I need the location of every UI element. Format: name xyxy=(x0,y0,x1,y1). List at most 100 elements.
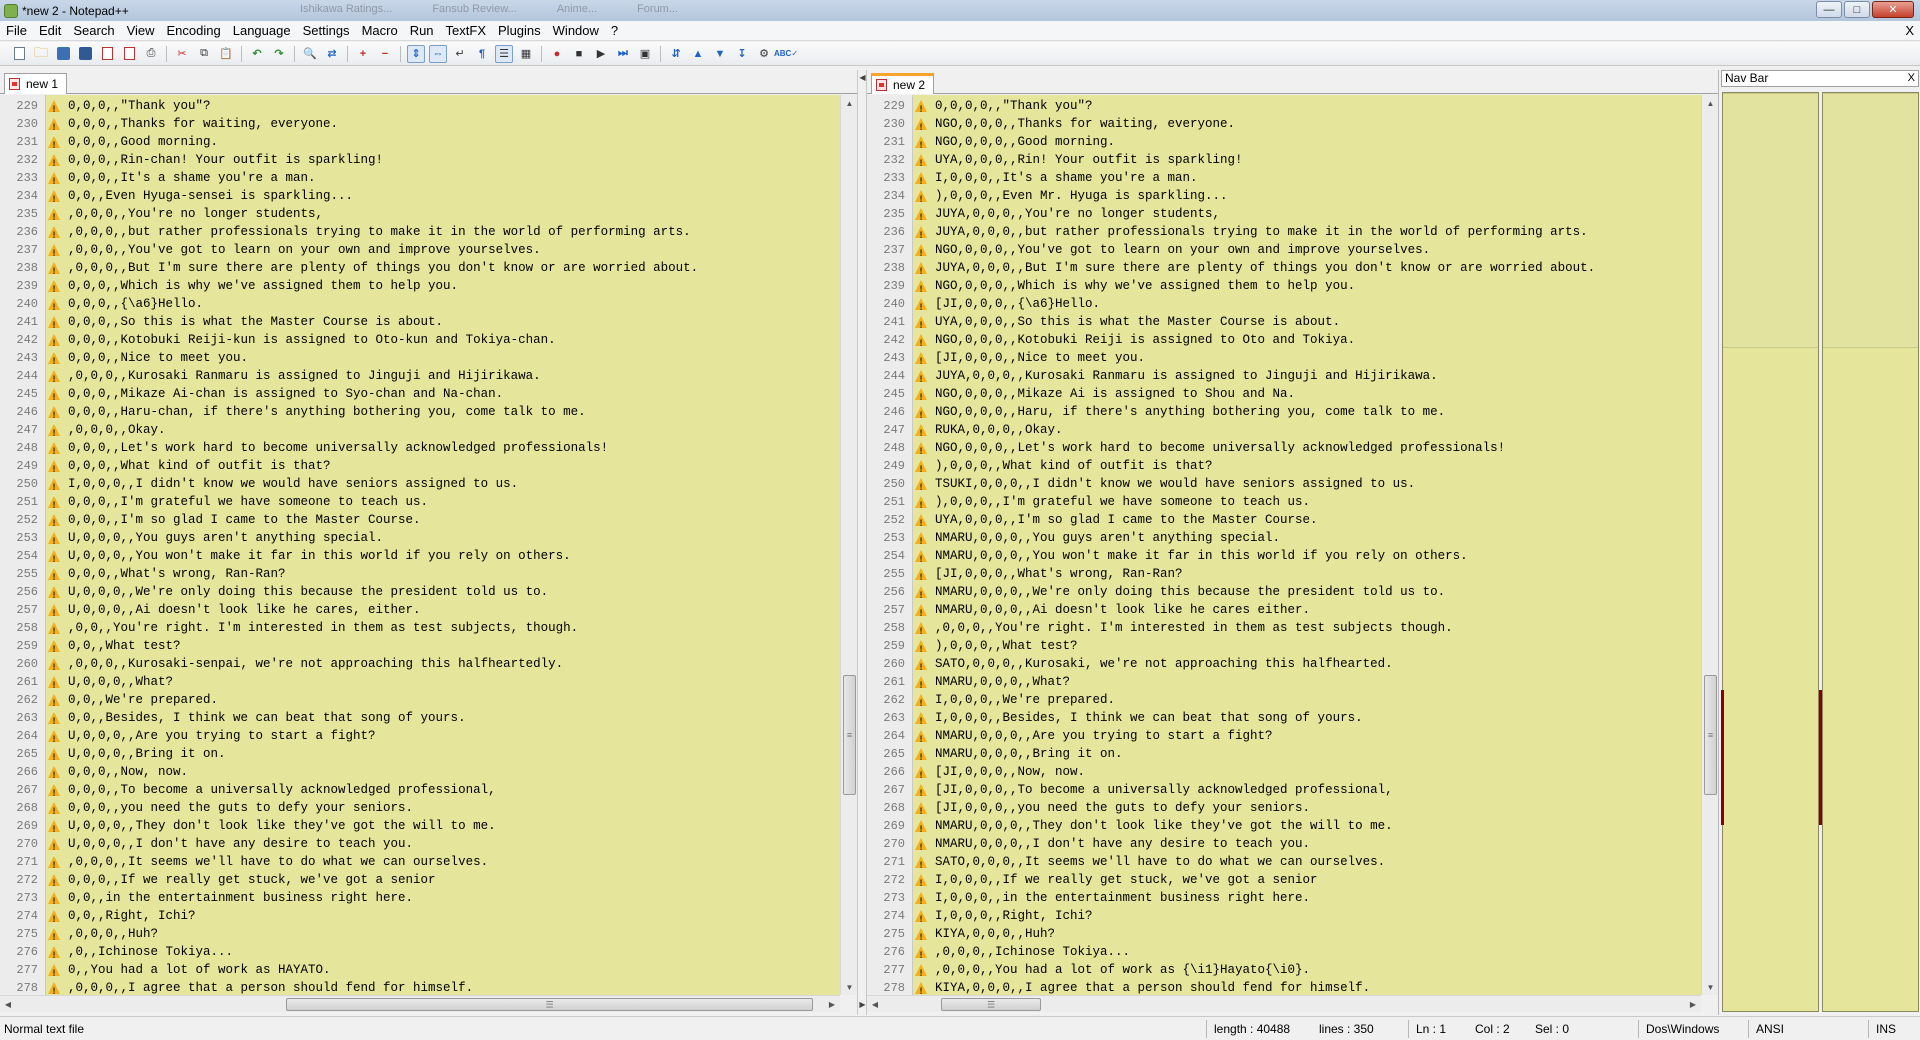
code-line[interactable]: 232 UYA,0,0,0,,Rin! Your outfit is sparkl… xyxy=(867,151,1701,173)
code-line[interactable]: 233 0,0,0,,It's a shame you're a man. xyxy=(0,169,840,191)
menu-file[interactable]: File xyxy=(0,21,33,41)
code-line[interactable]: 254 NMARU,0,0,0,,You won't make it far in… xyxy=(867,547,1701,569)
code-line[interactable]: 276 ,0,,Ichinose Tokiya... xyxy=(0,943,840,965)
code-line[interactable]: 235 ,0,0,0,,You're no longer students, xyxy=(0,205,840,227)
code-line[interactable]: 252 UYA,0,0,0,,I'm so glad I came to the … xyxy=(867,511,1701,533)
save-icon[interactable] xyxy=(54,45,72,63)
code-line[interactable]: 245 NGO,0,0,0,,Mikaze Ai is assigned to S… xyxy=(867,385,1701,407)
code-line[interactable]: 271 SATO,0,0,0,,It seems we'll have to do… xyxy=(867,853,1701,875)
left-horizontal-scrollbar[interactable]: ◀ ☰ ▶ xyxy=(0,995,840,1012)
code-line[interactable]: 269 NMARU,0,0,0,,They don't look like the… xyxy=(867,817,1701,839)
tab-new-1[interactable]: new 1 xyxy=(4,73,68,94)
code-line[interactable]: 243 0,0,0,,Nice to meet you. xyxy=(0,349,840,371)
menu-help[interactable]: ? xyxy=(605,21,624,41)
right-editor[interactable]: 229 0,0,0,0,,"Thank you"? 230 NGO,0,0,0,,Th… xyxy=(867,95,1701,995)
code-line[interactable]: 248 0,0,0,,Let's work hard to become univ… xyxy=(0,439,840,461)
scroll-right-arrow[interactable]: ▶ xyxy=(1685,996,1701,1013)
menu-edit[interactable]: Edit xyxy=(33,21,67,41)
sync-horizontal-scroll-icon[interactable]: ⇔ xyxy=(429,44,447,63)
code-line[interactable]: 247 ,0,0,0,,Okay. xyxy=(0,421,840,443)
code-line[interactable]: 232 0,0,0,,Rin-chan! Your outfit is spark… xyxy=(0,151,840,173)
scroll-left-arrow[interactable]: ◀ xyxy=(867,996,883,1013)
cut-icon[interactable]: ✂ xyxy=(173,45,191,63)
menu-search[interactable]: Search xyxy=(67,21,120,41)
code-line[interactable]: 245 0,0,0,,Mikaze Ai-chan is assigned to … xyxy=(0,385,840,407)
code-line[interactable]: 267 [JI,0,0,0,,To become a universally ac… xyxy=(867,781,1701,803)
scroll-thumb[interactable]: ☰ xyxy=(941,998,1041,1011)
paste-icon[interactable]: 📋 xyxy=(217,45,235,63)
code-line[interactable]: 246 NGO,0,0,0,,Haru, if there's anything … xyxy=(867,403,1701,425)
code-line[interactable]: 258 ,0,0,0,,You're right. I'm interested … xyxy=(867,619,1701,641)
code-line[interactable]: 261 U,0,0,0,,What? xyxy=(0,673,840,695)
scroll-up-arrow[interactable]: ▲ xyxy=(1702,95,1719,111)
code-line[interactable]: 239 0,0,0,,Which is why we've assigned th… xyxy=(0,277,840,299)
minimize-button[interactable]: — xyxy=(1816,1,1842,18)
code-line[interactable]: 244 ,0,0,0,,Kurosaki Ranmaru is assigned … xyxy=(0,367,840,389)
stop-macro-icon[interactable]: ■ xyxy=(570,45,588,63)
code-line[interactable]: 272 0,0,0,,If we really get stuck, we've … xyxy=(0,871,840,893)
sync-vertical-scroll-icon[interactable]: ⇕ xyxy=(407,44,425,63)
code-line[interactable]: 257 NMARU,0,0,0,,Ai doesn't look like he … xyxy=(867,601,1701,623)
code-line[interactable]: 252 0,0,0,,I'm so glad I came to the Mast… xyxy=(0,511,840,533)
code-line[interactable]: 229 0,0,0,0,,"Thank you"? xyxy=(867,97,1701,119)
code-line[interactable]: 265 NMARU,0,0,0,,Bring it on. xyxy=(867,745,1701,767)
code-line[interactable]: 247 RUKA,0,0,0,,Okay. xyxy=(867,421,1701,443)
code-line[interactable]: 263 I,0,0,0,,Besides, I think we can beat… xyxy=(867,709,1701,731)
indent-guide-icon[interactable]: ☰ xyxy=(495,44,513,63)
zoom-out-icon[interactable]: − xyxy=(376,45,394,63)
compare-icon[interactable]: ⇵ xyxy=(667,45,685,63)
code-line[interactable]: 266 [JI,0,0,0,,Now, now. xyxy=(867,763,1701,785)
code-line[interactable]: 230 NGO,0,0,0,,Thanks for waiting, everyo… xyxy=(867,115,1701,137)
close-all-icon[interactable] xyxy=(120,45,138,63)
show-all-characters-icon[interactable]: ¶ xyxy=(473,45,491,63)
code-line[interactable]: 242 NGO,0,0,0,,Kotobuki Reiji is assigned… xyxy=(867,331,1701,353)
code-line[interactable]: 253 U,0,0,0,,You guys aren't anything spe… xyxy=(0,529,840,551)
code-line[interactable]: 265 U,0,0,0,,Bring it on. xyxy=(0,745,840,767)
spell-check-icon[interactable]: ABC✓ xyxy=(774,45,798,63)
code-line[interactable]: 250 I,0,0,0,,I didn't know we would have … xyxy=(0,475,840,497)
code-line[interactable]: 251),0,0,0,,I'm grateful we have someone… xyxy=(867,493,1701,515)
scroll-right-arrow[interactable]: ▶ xyxy=(824,996,840,1013)
redo-icon[interactable]: ↷ xyxy=(270,45,288,63)
code-line[interactable]: 275 ,0,0,0,,Huh? xyxy=(0,925,840,947)
compare-settings-icon[interactable]: ⚙ xyxy=(755,45,773,63)
left-editor[interactable]: 229 0,0,0,,"Thank you"? 230 0,0,0,,Thanks f… xyxy=(0,95,840,995)
code-line[interactable]: 255 [JI,0,0,0,,What's wrong, Ran-Ran? xyxy=(867,565,1701,587)
scroll-up-arrow[interactable]: ▲ xyxy=(841,95,858,111)
code-line[interactable]: 260 ,0,0,0,,Kurosaki-senpai, we're not ap… xyxy=(0,655,840,677)
code-line[interactable]: 240 [JI,0,0,0,,{\a6}Hello. xyxy=(867,295,1701,317)
code-line[interactable]: 249),0,0,0,,What kind of outfit is that? xyxy=(867,457,1701,479)
code-line[interactable]: 238 JUYA,0,0,0,,But I'm sure there are pl… xyxy=(867,259,1701,281)
code-line[interactable]: 237 NGO,0,0,0,,You've got to learn on you… xyxy=(867,241,1701,263)
code-line[interactable]: 241 0,0,0,,So this is what the Master Cou… xyxy=(0,313,840,335)
close-file-icon[interactable] xyxy=(98,45,116,63)
last-diff-icon[interactable]: ↧ xyxy=(733,45,751,63)
right-horizontal-scrollbar[interactable]: ◀ ☰ ▶ xyxy=(867,995,1701,1012)
play-macro-icon[interactable]: ▶ xyxy=(592,45,610,63)
code-line[interactable]: 253 NMARU,0,0,0,,You guys aren't anything… xyxy=(867,529,1701,551)
code-line[interactable]: 236 ,0,0,0,,but rather professionals tryi… xyxy=(0,223,840,245)
nav-bar-close-button[interactable]: X xyxy=(1908,71,1915,86)
save-all-icon[interactable] xyxy=(76,45,94,63)
menu-view[interactable]: View xyxy=(121,21,161,41)
code-line[interactable]: 262 I,0,0,0,,We're prepared. xyxy=(867,691,1701,713)
code-line[interactable]: 268 0,0,0,,you need the guts to defy your… xyxy=(0,799,840,821)
code-line[interactable]: 240 0,0,0,,{\a6}Hello. xyxy=(0,295,840,317)
code-line[interactable]: 257 U,0,0,0,,Ai doesn't look like he care… xyxy=(0,601,840,623)
undo-icon[interactable]: ↶ xyxy=(248,45,266,63)
word-wrap-icon[interactable]: ↵ xyxy=(451,45,469,63)
code-line[interactable]: 250 TSUKI,0,0,0,,I didn't know we would h… xyxy=(867,475,1701,497)
code-line[interactable]: 259),0,0,0,,What test? xyxy=(867,637,1701,659)
save-macro-icon[interactable]: ▣ xyxy=(636,45,654,63)
menu-run[interactable]: Run xyxy=(404,21,440,41)
copy-icon[interactable]: ⧉ xyxy=(195,45,213,63)
code-line[interactable]: 278 KIYA,0,0,0,,I agree that a person sho… xyxy=(867,979,1701,995)
code-line[interactable]: 277 ,0,0,0,,You had a lot of work as {\i1… xyxy=(867,961,1701,983)
menu-window[interactable]: Window xyxy=(547,21,605,41)
scroll-thumb[interactable]: ≡ xyxy=(843,675,856,795)
code-line[interactable]: 266 0,0,0,,Now, now. xyxy=(0,763,840,785)
code-line[interactable]: 243 [JI,0,0,0,,Nice to meet you. xyxy=(867,349,1701,371)
code-line[interactable]: 264 U,0,0,0,,Are you trying to start a fi… xyxy=(0,727,840,749)
code-line[interactable]: 246 0,0,0,,Haru-chan, if there's anything… xyxy=(0,403,840,425)
code-line[interactable]: 231 NGO,0,0,0,,Good morning. xyxy=(867,133,1701,155)
